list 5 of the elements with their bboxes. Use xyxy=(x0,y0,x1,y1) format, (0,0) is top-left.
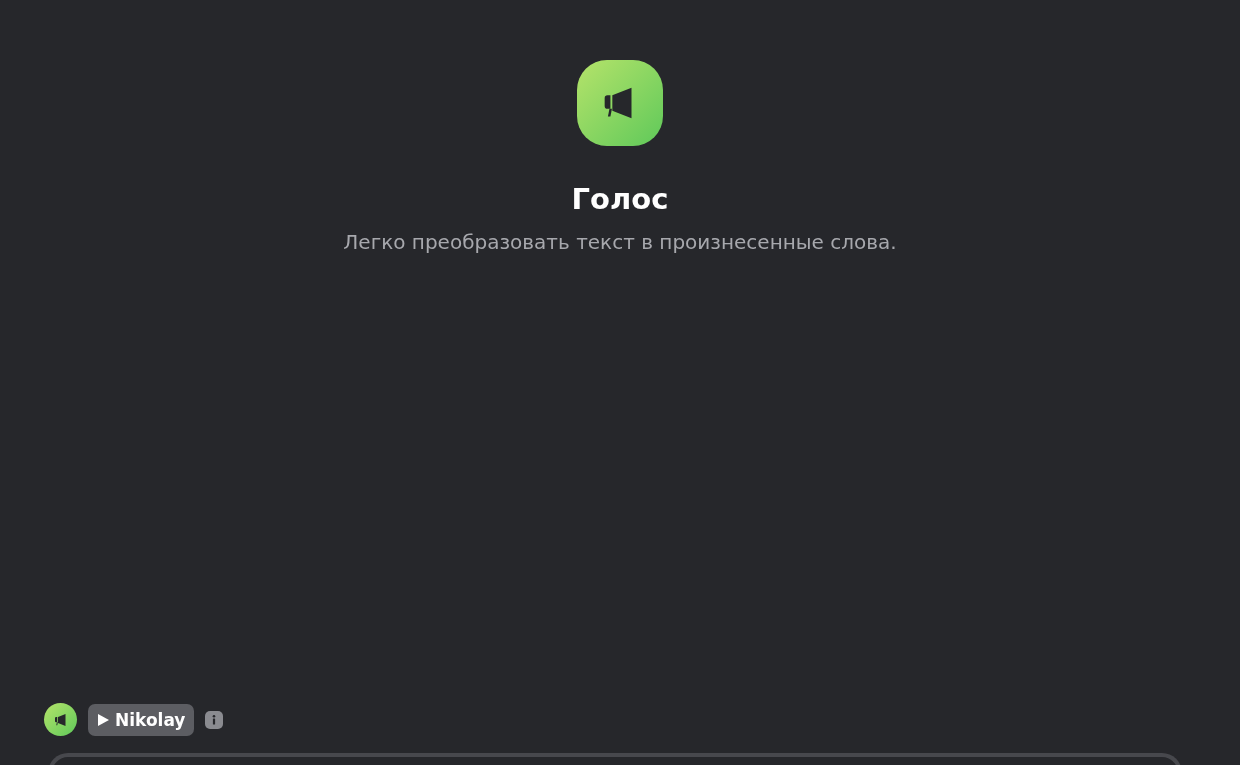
info-icon[interactable] xyxy=(205,710,224,729)
voice-button[interactable]: Nikolay xyxy=(88,703,195,736)
page-title: Голос xyxy=(571,182,669,216)
page-subtitle: Легко преобразовать текст в произнесенные слова. xyxy=(343,230,897,254)
play-icon xyxy=(98,713,109,726)
